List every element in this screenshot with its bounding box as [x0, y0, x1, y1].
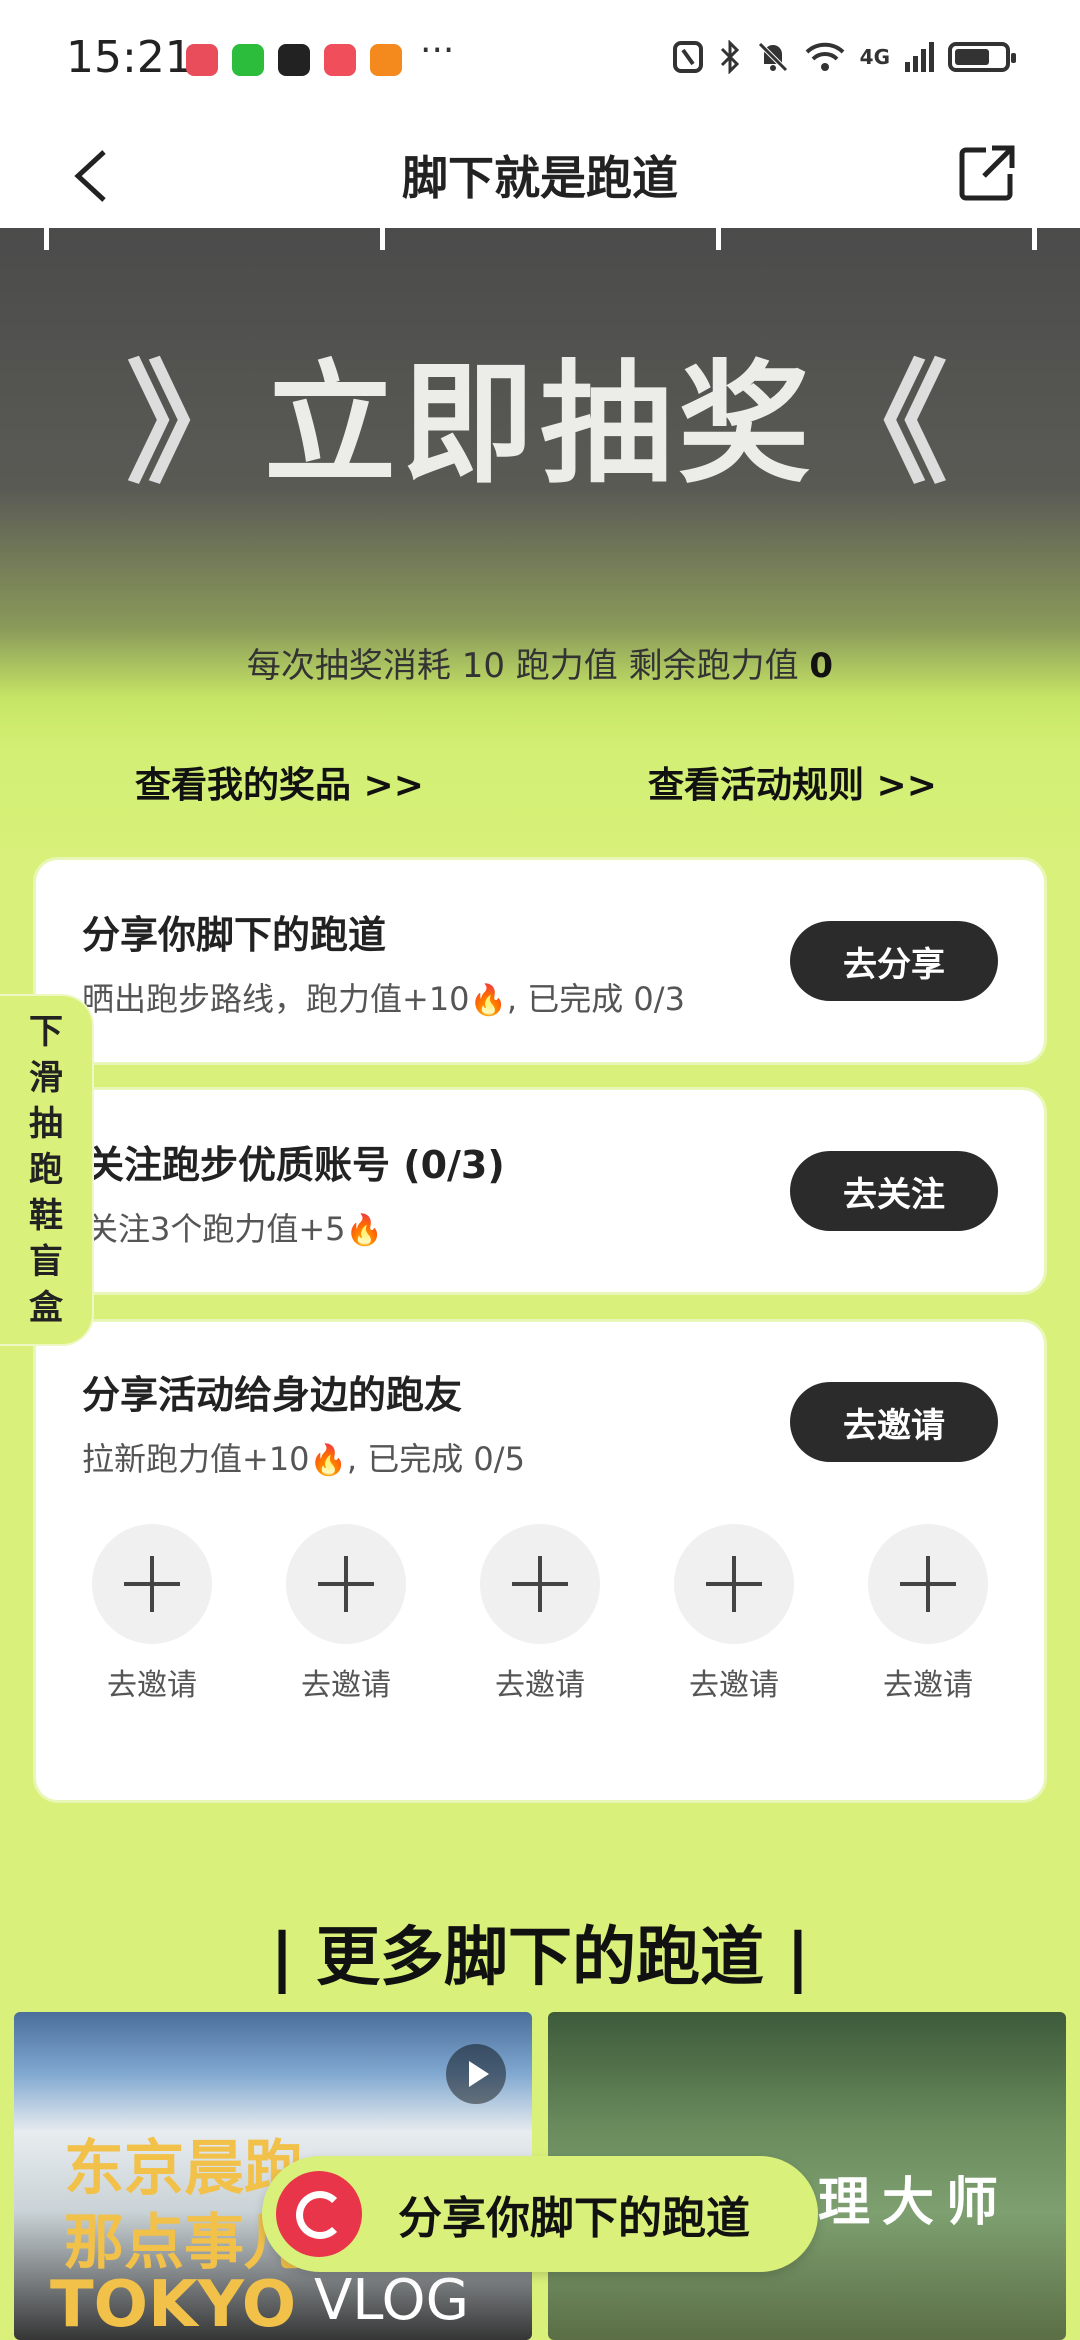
more-notifications-icon: ··· — [420, 30, 455, 71]
more-tracks-heading: | 更多脚下的跑道 | — [270, 1921, 810, 1995]
side-tab-char: 盲 — [29, 1242, 63, 1282]
side-tab-char: 滑 — [29, 1058, 63, 1098]
go-follow-button[interactable]: 去关注 — [790, 1151, 998, 1231]
task-reward: 关注3个跑力值+5 — [86, 1210, 346, 1248]
thumb-caption-line3: TOKYO — [50, 2268, 297, 2340]
invite-slot[interactable]: 去邀请 — [868, 1524, 988, 1704]
status-bar: 15:21 ··· 4G — [0, 0, 1080, 120]
side-tab-char: 鞋 — [29, 1196, 63, 1236]
invite-slot[interactable]: 去邀请 — [674, 1524, 794, 1704]
draw-title: 立即抽奖 — [264, 348, 816, 502]
plus-icon[interactable] — [92, 1524, 212, 1644]
remaining-points: 0 — [809, 646, 834, 686]
thumb-caption: 理大师 — [818, 2173, 1011, 2233]
track-mark — [44, 228, 49, 250]
page-title: 脚下就是跑道 — [402, 151, 678, 205]
reader-app-icon — [324, 44, 356, 76]
task-card-follow: 关注跑步优质账号 (0/3) 关注3个跑力值+5🔥 去关注 — [36, 1090, 1044, 1292]
plus-icon[interactable] — [674, 1524, 794, 1644]
plus-icon[interactable] — [868, 1524, 988, 1644]
side-tab-char: 盒 — [29, 1288, 63, 1328]
task-reward: 晒出跑步路线，跑力值+10 — [82, 980, 470, 1018]
app-logo-icon — [276, 2171, 362, 2257]
draw-cost-text: 每次抽奖消耗 10 跑力值 剩余跑力值 0 — [0, 638, 1080, 687]
invite-slot-label: 去邀请 — [689, 1668, 779, 1703]
bluetooth-icon — [720, 40, 739, 74]
plus-icon[interactable] — [480, 1524, 600, 1644]
task-title: 分享你脚下的跑道 — [82, 913, 387, 957]
invite-slot[interactable]: 去邀请 — [480, 1524, 600, 1704]
side-tab-char: 跑 — [29, 1150, 63, 1190]
my-prizes-link[interactable]: 查看我的奖品 >> — [135, 756, 424, 808]
fire-icon: 🔥 — [345, 1213, 383, 1248]
floating-share-button[interactable]: 分享你脚下的跑道 — [262, 2156, 818, 2272]
track-mark — [380, 228, 385, 250]
invite-slot[interactable]: 去邀请 — [92, 1524, 212, 1704]
task-card-share: 分享你脚下的跑道 晒出跑步路线，跑力值+10🔥, 已完成 0/3 去分享 — [36, 860, 1044, 1062]
track-mark — [716, 228, 721, 250]
play-icon — [446, 2044, 506, 2104]
mute-bell-icon — [757, 42, 788, 72]
task-title: 分享活动给身边的跑友 — [82, 1373, 463, 1417]
status-right: 4G — [672, 40, 1016, 74]
fire-icon: 🔥 — [469, 983, 507, 1018]
huawei-app-icon — [186, 44, 218, 76]
track-mark — [1032, 228, 1037, 250]
status-time: 15:21 — [66, 32, 193, 83]
go-invite-button[interactable]: 去邀请 — [790, 1382, 998, 1462]
task-description: 关注3个跑力值+5🔥 — [86, 1204, 383, 1250]
battery-icon — [948, 42, 1016, 72]
signal-icon — [905, 42, 934, 72]
task-progress: , 已完成 0/3 — [506, 980, 685, 1018]
invite-slot-label: 去邀请 — [301, 1668, 391, 1703]
right-chevron-deco: 《 — [816, 348, 954, 502]
task-title: 关注跑步优质账号 (0/3) — [86, 1143, 505, 1187]
task-description: 晒出跑步路线，跑力值+10🔥, 已完成 0/3 — [82, 974, 685, 1020]
soul-app-icon — [278, 44, 310, 76]
invite-slot[interactable]: 去邀请 — [286, 1524, 406, 1704]
task-card-invite: 分享活动给身边的跑友 拉新跑力值+10🔥, 已完成 0/5 去邀请 去邀请 去邀… — [36, 1322, 1044, 1800]
nfc-icon — [672, 41, 703, 73]
draw-now-button[interactable]: 》立即抽奖《 — [0, 318, 1080, 509]
go-share-button[interactable]: 去分享 — [790, 921, 998, 1001]
side-tab-char: 抽 — [29, 1104, 63, 1144]
network-type-label: 4G — [859, 45, 890, 69]
fire-icon: 🔥 — [309, 1443, 347, 1478]
invite-slot-label: 去邀请 — [495, 1668, 585, 1703]
nav-bar: 脚下就是跑道 — [0, 120, 1080, 228]
share-external-icon[interactable] — [956, 142, 1018, 204]
thumb-vlog-label: VLOG — [314, 2268, 469, 2333]
floating-share-label: 分享你脚下的跑道 — [398, 2193, 750, 2244]
task-progress: , 已完成 0/5 — [346, 1440, 525, 1478]
wechat-app-icon — [232, 44, 264, 76]
side-tab-char: 下 — [29, 1012, 63, 1052]
wifi-icon — [805, 42, 845, 71]
invite-slot-label: 去邀请 — [883, 1668, 973, 1703]
left-chevron-deco: 》 — [126, 348, 264, 502]
task-reward: 拉新跑力值+10 — [82, 1440, 310, 1478]
invite-slot-label: 去邀请 — [107, 1668, 197, 1703]
task-description: 拉新跑力值+10🔥, 已完成 0/5 — [82, 1434, 525, 1480]
draw-cost-label: 每次抽奖消耗 10 跑力值 剩余跑力值 — [246, 646, 810, 686]
draw-banner: 》立即抽奖《 每次抽奖消耗 10 跑力值 剩余跑力值 0 查看我的奖品 >> 查… — [0, 228, 1080, 848]
plus-icon[interactable] — [286, 1524, 406, 1644]
video-app-icon — [370, 44, 402, 76]
activity-rules-link[interactable]: 查看活动规则 >> — [648, 756, 937, 808]
blind-box-side-tab[interactable]: 下 滑 抽 跑 鞋 盲 盒 — [0, 996, 92, 1344]
